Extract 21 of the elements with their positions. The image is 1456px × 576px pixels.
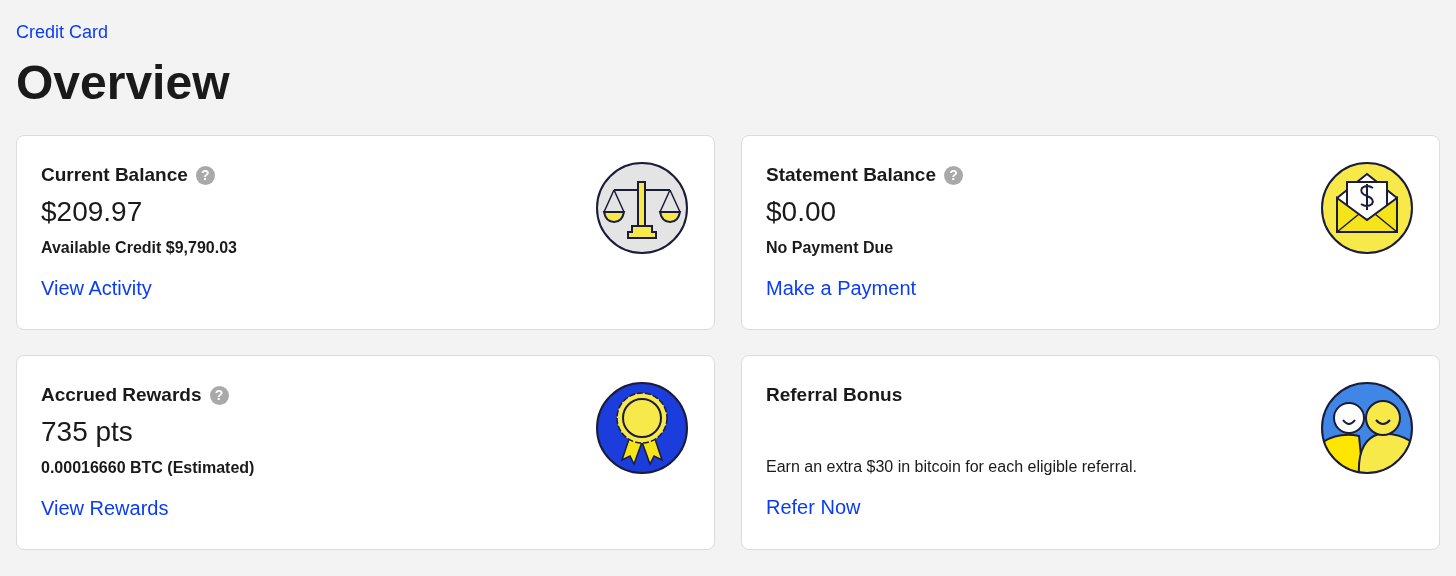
card-title: Current Balance <box>41 164 188 186</box>
envelope-icon <box>1319 160 1415 256</box>
card-link[interactable]: View Activity <box>41 275 152 301</box>
card-note: Available Credit $9,790.03 <box>41 238 237 258</box>
amount: $0.00 <box>766 195 837 229</box>
card-title: Referral Bonus <box>766 384 903 406</box>
card-title: Statement Balance <box>766 164 936 186</box>
breadcrumb-link[interactable]: Credit Card <box>16 22 109 43</box>
people-icon <box>1319 380 1415 476</box>
card-description: Earn an extra $30 in bitcoin for each eligible referral. <box>766 457 1137 477</box>
amount: 735 pts <box>41 415 133 449</box>
card-title: Accrued Rewards <box>41 384 202 406</box>
card-link[interactable]: View Rewards <box>41 495 169 521</box>
amount: $209.97 <box>41 195 143 229</box>
scale-icon <box>594 160 690 256</box>
card-note: No Payment Due <box>766 238 894 258</box>
card-note: 0.00016660 BTC (Estimated) <box>41 458 255 478</box>
ribbon-award-icon <box>594 380 690 476</box>
card-link[interactable]: Make a Payment <box>766 275 917 301</box>
page-title: Overview <box>16 55 231 111</box>
card-link[interactable]: Refer Now <box>766 494 861 520</box>
